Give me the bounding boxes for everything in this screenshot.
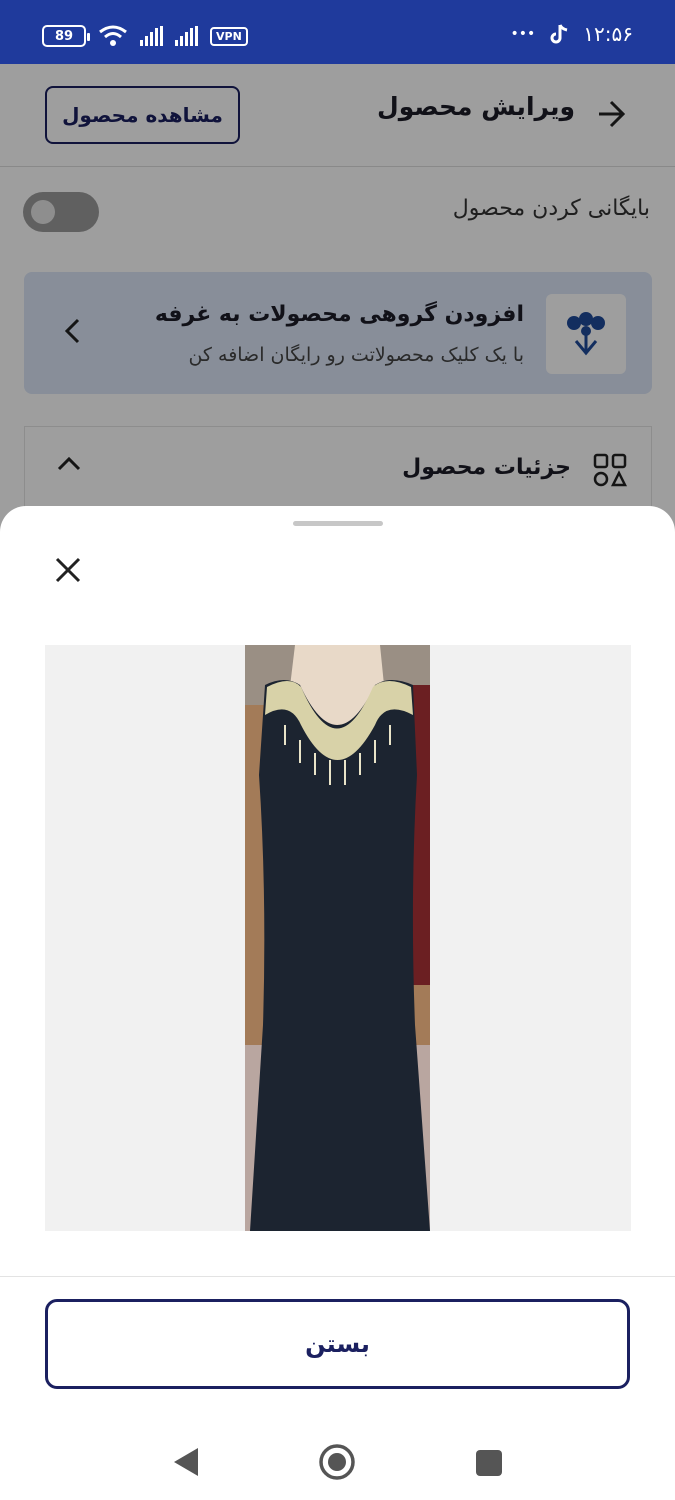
status-bar: 89 VPN ••• ۱۲:۵۶ [0,0,675,64]
nav-home-icon[interactable] [318,1443,356,1481]
wifi-icon [99,25,127,46]
system-nav-bar [0,1416,675,1500]
status-right: ••• ۱۲:۵۶ [511,22,634,46]
sheet-drag-handle[interactable] [293,521,383,526]
nav-recents-icon[interactable] [476,1450,502,1476]
nav-back-icon[interactable] [172,1446,200,1478]
close-button[interactable]: بستن [45,1299,630,1389]
signal-icon [140,26,163,46]
clock: ۱۲:۵۶ [583,22,633,46]
tiktok-icon [550,24,568,44]
vpn-badge: VPN [210,26,248,46]
sheet-divider [0,1276,675,1277]
battery-indicator: 89 [42,25,90,47]
product-image-preview [45,645,631,1231]
product-photo [245,645,430,1231]
signal-icon-2 [175,26,198,46]
close-icon[interactable] [52,554,84,586]
more-dots-icon: ••• [510,26,536,42]
image-preview-sheet: بستن [0,506,675,1500]
status-left: 89 VPN [42,24,248,48]
